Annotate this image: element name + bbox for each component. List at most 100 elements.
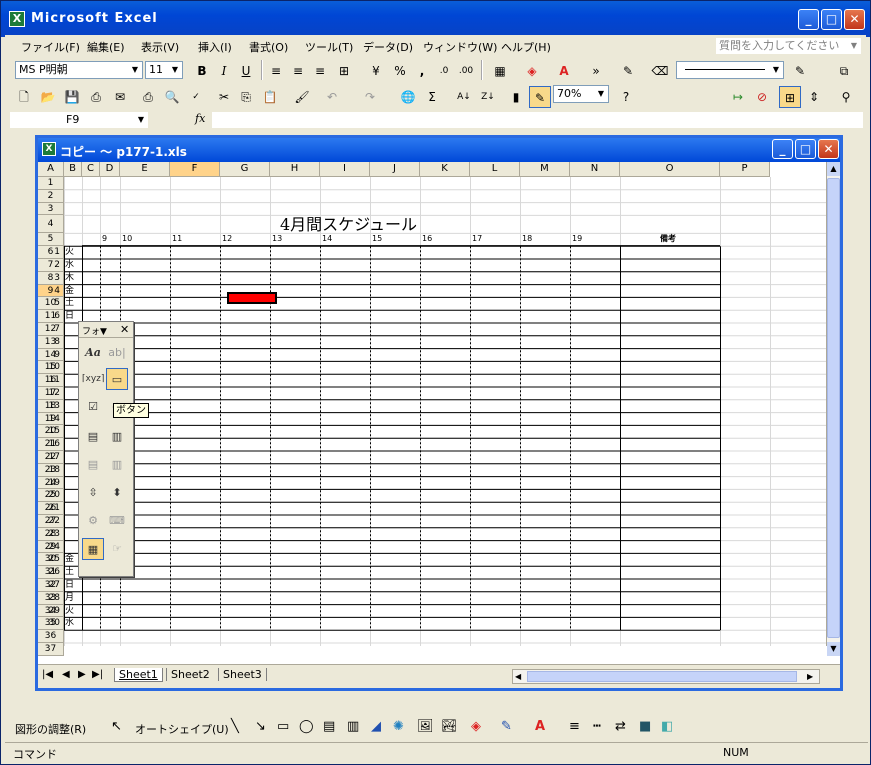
maximize-button[interactable]: □ — [821, 9, 842, 30]
row-header-1[interactable]: 1 — [38, 177, 64, 190]
tab-next-icon[interactable]: ▶ — [78, 669, 86, 680]
column-header-i[interactable]: I — [320, 162, 370, 177]
wb-close-button[interactable]: ✕ — [818, 139, 839, 159]
edit-code-icon[interactable]: ⌨ — [106, 510, 128, 532]
text-box-icon[interactable]: ▤ — [323, 719, 335, 734]
edit-box-icon[interactable]: ab| — [106, 342, 128, 364]
underline-button[interactable]: U — [235, 60, 257, 82]
3d-style-icon[interactable]: ◧ — [661, 719, 673, 734]
print-icon[interactable]: ⎙ — [137, 86, 159, 108]
wb-restore-button[interactable]: □ — [795, 139, 816, 159]
borders-icon[interactable]: ▦ — [489, 60, 511, 82]
spinner-icon[interactable]: ⬍ — [106, 482, 128, 504]
chevron-down-icon[interactable]: ▼ — [134, 112, 148, 128]
formula-input[interactable] — [211, 111, 864, 129]
draw-menu[interactable]: 図形の調整(R) — [15, 721, 86, 737]
horizontal-scrollbar[interactable]: ◀ ▶ — [512, 669, 820, 684]
row-header-3[interactable]: 3 — [38, 202, 64, 216]
scroll-down-icon[interactable]: ▼ — [827, 642, 840, 656]
column-header-n[interactable]: N — [570, 162, 620, 177]
menu-insert[interactable]: 挿入(I) — [198, 39, 232, 55]
column-header-g[interactable]: G — [220, 162, 270, 177]
column-header-l[interactable]: L — [470, 162, 520, 177]
row-header-37[interactable]: 37 — [38, 643, 64, 656]
close-button[interactable]: ✕ — [844, 9, 865, 30]
line-style-icon[interactable]: ≡ — [569, 719, 580, 734]
email-icon[interactable]: ✉ — [109, 86, 131, 108]
print-preview-icon[interactable]: 🔍 — [161, 86, 183, 108]
hyperlink-icon[interactable]: 🌐 — [397, 86, 419, 108]
comma-icon[interactable]: , — [411, 60, 433, 82]
scroll-left-icon[interactable]: ◀ — [515, 670, 521, 683]
freeze-panes-icon[interactable]: ⊞ — [779, 86, 801, 108]
new-file-icon[interactable]: 🗋 — [13, 86, 35, 108]
line-icon[interactable]: ╲ — [231, 719, 239, 734]
tab-first-icon[interactable]: |◀ — [42, 669, 53, 680]
group-box-icon[interactable]: ⌈xyz⌉ — [82, 368, 104, 390]
row-header-36[interactable]: 36 — [38, 630, 64, 643]
name-box[interactable]: F9 ▼ — [9, 111, 149, 129]
open-folder-icon[interactable]: 📂 — [37, 86, 59, 108]
menu-file[interactable]: ファイル(F) — [21, 39, 80, 55]
clip-art-icon[interactable]: 🖼 — [417, 719, 434, 734]
save-icon[interactable]: 💾 — [61, 86, 83, 108]
copy-icon[interactable]: ⎘ — [235, 86, 257, 108]
scroll-right-icon[interactable]: ▶ — [807, 670, 813, 683]
eraser-icon[interactable]: ⌫ — [649, 60, 671, 82]
align-center-icon[interactable]: ≡ — [287, 60, 309, 82]
cut-icon[interactable]: ✂ — [213, 86, 235, 108]
bold-button[interactable]: B — [191, 60, 213, 82]
rectangle-icon[interactable]: ▭ — [277, 719, 289, 734]
column-header-j[interactable]: J — [370, 162, 420, 177]
zoom-select[interactable]: 70% ▼ — [553, 85, 609, 103]
menu-tools[interactable]: ツール(T) — [305, 39, 353, 55]
worksheet-grid[interactable]: ABCDEFGHIJKLMNOP 1 2 3 4 5 6 7 8 9 10 11 12 13 14 15 16… — [38, 162, 840, 664]
percent-icon[interactable]: % — [389, 60, 411, 82]
chevron-down-icon[interactable]: ▼ — [594, 86, 608, 102]
control-properties-icon[interactable]: ⚙ — [82, 510, 104, 532]
sort-ascending-icon[interactable]: A↓ — [453, 86, 475, 108]
line-color-icon[interactable]: ✎ — [501, 719, 512, 734]
column-header-f[interactable]: F — [170, 162, 220, 177]
currency-icon[interactable]: ¥ — [365, 60, 387, 82]
chevron-down-icon[interactable]: ▼ — [128, 62, 142, 78]
pen-icon[interactable]: ✎ — [617, 60, 639, 82]
scroll-bar-icon[interactable]: ⇳ — [82, 482, 104, 504]
tab-sheet1[interactable]: Sheet1 — [114, 668, 163, 682]
tab-sheet2[interactable]: Sheet2 — [166, 668, 214, 681]
column-header-b[interactable]: B — [64, 162, 82, 177]
column-header-d[interactable]: D — [100, 162, 120, 177]
column-header-k[interactable]: K — [420, 162, 470, 177]
menu-window[interactable]: ウィンドウ(W) — [423, 39, 497, 55]
line-style-select[interactable]: ▼ — [676, 61, 784, 79]
combo-box-icon[interactable]: ▥ — [106, 426, 128, 448]
redo-icon[interactable]: ↷ — [359, 86, 381, 108]
font-color-icon[interactable]: A — [535, 719, 545, 734]
list-box-icon[interactable]: ▤ — [82, 426, 104, 448]
menu-format[interactable]: 書式(O) — [249, 39, 288, 55]
picture-icon[interactable]: 🏞 — [441, 719, 458, 734]
combo-list-edit-icon[interactable]: ▤ — [82, 454, 104, 476]
checkbox-icon[interactable]: ☑ — [82, 396, 104, 418]
menu-edit[interactable]: 編集(E) — [87, 39, 125, 55]
chevron-down-icon[interactable]: ▼ — [847, 38, 861, 54]
wordart-icon[interactable]: ◢ — [371, 719, 381, 734]
palette-title-bar[interactable]: フォ▼ ✕ — [79, 322, 133, 338]
spelling-icon[interactable]: ✓ — [185, 86, 207, 108]
tab-prev-icon[interactable]: ◀ — [62, 669, 70, 680]
font-size-select[interactable]: 11 ▼ — [145, 61, 183, 79]
undo-icon[interactable]: ↶ — [321, 86, 343, 108]
close-icon[interactable]: ✕ — [120, 323, 129, 336]
autoshapes-menu[interactable]: オートシェイプ(U) — [135, 721, 229, 737]
row-header-4[interactable]: 4 — [38, 215, 64, 234]
scroll-up-icon[interactable]: ▲ — [827, 162, 840, 176]
decrease-decimal-icon[interactable]: .00 — [455, 60, 477, 82]
sort-descending-icon[interactable]: Z↓ — [477, 86, 499, 108]
fill-color-icon[interactable]: ◈ — [521, 60, 543, 82]
row-header-5[interactable]: 5 — [38, 233, 64, 247]
column-header-m[interactable]: M — [520, 162, 570, 177]
row-header-2[interactable]: 2 — [38, 189, 64, 203]
trace-icon[interactable]: ↦ — [727, 86, 749, 108]
wb-minimize-button[interactable]: _ — [772, 139, 793, 159]
menu-view[interactable]: 表示(V) — [141, 39, 179, 55]
